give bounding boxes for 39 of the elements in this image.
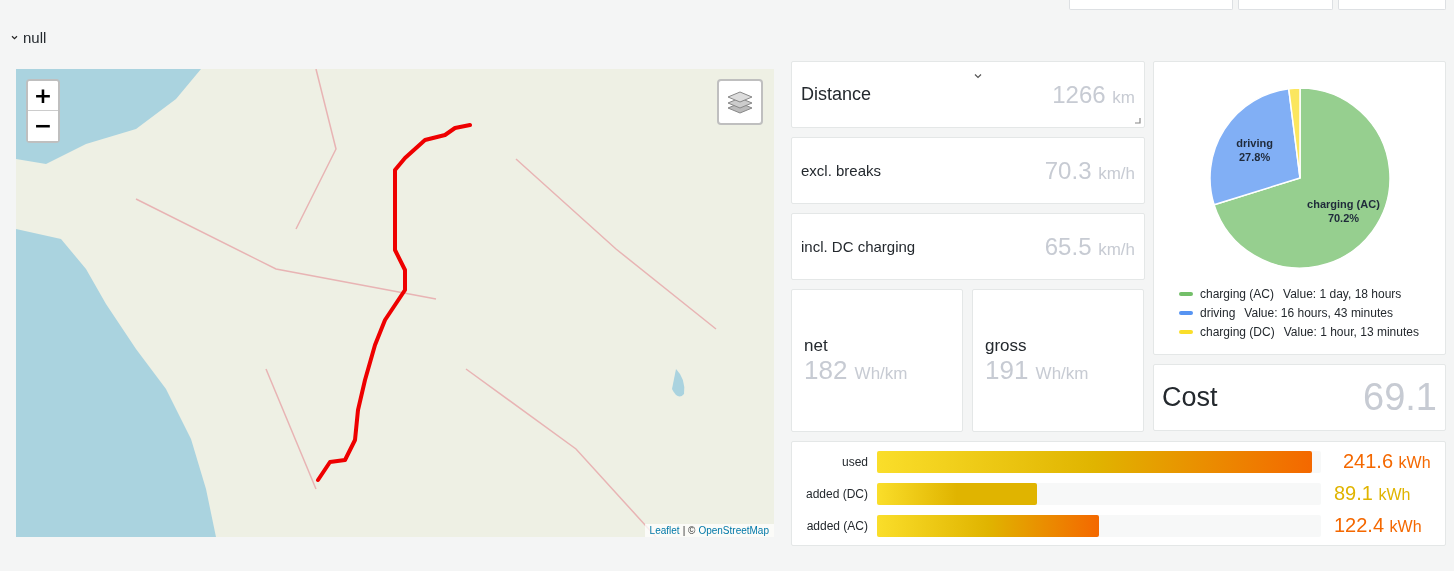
zoom-in-button[interactable]: + <box>28 81 58 111</box>
stat-value: 65.5 km/h <box>1044 232 1135 261</box>
gauge-label: used <box>840 454 869 469</box>
legend-value: Value: 1 hour, 13 minutes <box>1283 325 1419 339</box>
slice-label: driving 27.8% <box>1235 136 1273 163</box>
chevron-down-icon[interactable] <box>11 34 18 40</box>
stat-label: incl. DC charging <box>801 238 916 255</box>
stat-label: net <box>804 336 829 357</box>
legend-label[interactable]: driving <box>1200 306 1236 320</box>
layers-button[interactable] <box>717 79 763 125</box>
stat-value: 191 Wh/km <box>985 356 1090 385</box>
gauge-value: 89.1 kWh <box>1334 482 1411 505</box>
toolbar-button[interactable] <box>1238 0 1333 10</box>
stat-label: Cost <box>1162 382 1218 413</box>
toolbar-button[interactable] <box>1069 0 1233 10</box>
attribution-text: | © <box>682 525 696 536</box>
toolbar-button[interactable] <box>1338 0 1446 10</box>
resize-handle-icon[interactable] <box>1135 118 1141 124</box>
slice-label: charging (AC) 70.2% <box>1306 198 1380 224</box>
gauge-label: added (DC) <box>804 486 869 501</box>
leaflet-link[interactable]: Leaflet <box>649 525 680 536</box>
legend-label[interactable]: charging (DC) <box>1200 325 1275 339</box>
stat-value: 1266 km <box>1052 80 1135 109</box>
stat-label: gross <box>985 336 1028 357</box>
openstreetmap-link[interactable]: OpenStreetMap <box>698 525 769 536</box>
gauge-value: 241.6 kWh <box>1343 450 1431 473</box>
stat-value: 182 Wh/km <box>804 356 909 385</box>
legend-value: Value: 1 day, 18 hours <box>1283 287 1402 301</box>
stat-value: 70.3 km/h <box>1044 156 1135 185</box>
stat-label: Distance <box>801 84 872 105</box>
legend-label[interactable]: charging (AC) <box>1200 287 1275 301</box>
legend-value: Value: 16 hours, 43 minutes <box>1244 306 1393 320</box>
map-panel[interactable]: + − Leaflet | © OpenStreetMap <box>16 69 774 537</box>
layers-icon <box>727 89 753 115</box>
row-title[interactable]: null <box>23 28 47 46</box>
stat-value: 69.1 <box>1363 376 1437 419</box>
stat-label: excl. breaks <box>801 162 882 179</box>
gauge-label: added (AC) <box>805 518 869 533</box>
gauge-value: 122.4 kWh <box>1334 514 1422 537</box>
